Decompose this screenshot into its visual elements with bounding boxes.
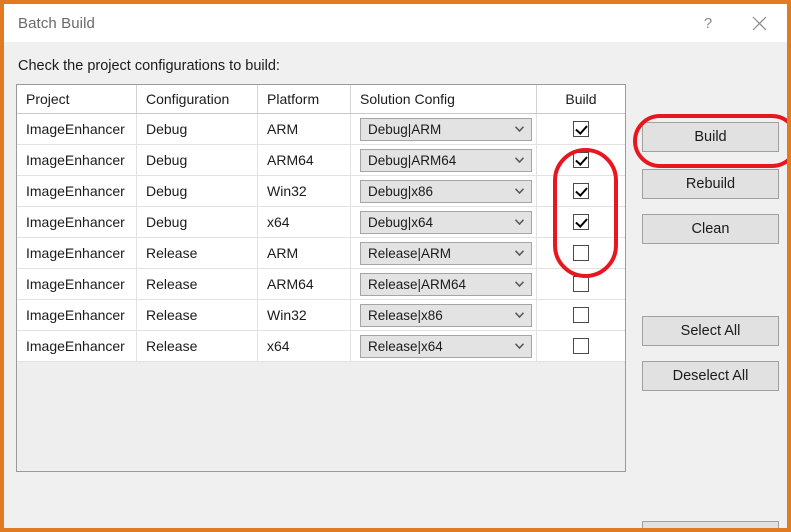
- cell-project: ImageEnhancer: [17, 300, 137, 330]
- cell-project: ImageEnhancer: [17, 269, 137, 299]
- cell-configuration: Debug: [137, 207, 258, 237]
- chevron-down-icon: [515, 157, 524, 163]
- window-title: Batch Build: [18, 14, 95, 32]
- configurations-grid[interactable]: Project Configuration Platform Solution …: [16, 84, 626, 472]
- cell-configuration: Debug: [137, 114, 258, 144]
- solution-config-value: Release|ARM64: [368, 276, 467, 292]
- table-row[interactable]: ImageEnhancer Debug ARM64 Debug|ARM64: [17, 145, 625, 176]
- help-glyph: ?: [703, 14, 713, 32]
- chevron-down-icon: [515, 126, 524, 132]
- help-icon[interactable]: ?: [685, 4, 731, 42]
- table-row[interactable]: ImageEnhancer Release ARM64 Release|ARM64: [17, 269, 625, 300]
- solution-config-dropdown[interactable]: Release|x64: [360, 334, 532, 358]
- table-row[interactable]: ImageEnhancer Debug ARM Debug|ARM: [17, 114, 625, 145]
- solution-config-value: Debug|x86: [368, 183, 434, 199]
- chevron-down-icon: [515, 312, 524, 318]
- column-header-solution-config[interactable]: Solution Config: [351, 85, 537, 113]
- batch-build-dialog: Batch Build ? Check the project configur…: [0, 0, 791, 532]
- grid-header-row: Project Configuration Platform Solution …: [17, 85, 625, 114]
- build-checkbox[interactable]: [573, 338, 589, 354]
- build-checkbox[interactable]: [573, 152, 589, 168]
- solution-config-dropdown[interactable]: Debug|x86: [360, 179, 532, 203]
- solution-config-value: Debug|ARM64: [368, 152, 457, 168]
- build-button[interactable]: Build: [642, 122, 779, 152]
- build-checkbox[interactable]: [573, 245, 589, 261]
- solution-config-dropdown[interactable]: Debug|x64: [360, 210, 532, 234]
- build-checkbox[interactable]: [573, 276, 589, 292]
- table-row[interactable]: ImageEnhancer Release x64 Release|x64: [17, 331, 625, 362]
- solution-config-value: Debug|ARM: [368, 121, 442, 137]
- solution-config-dropdown[interactable]: Release|ARM: [360, 241, 532, 265]
- cell-configuration: Release: [137, 300, 258, 330]
- clean-button[interactable]: Clean: [642, 214, 779, 244]
- close-button[interactable]: Close: [642, 521, 779, 528]
- cell-platform: x64: [258, 331, 351, 361]
- build-checkbox[interactable]: [573, 121, 589, 137]
- cell-project: ImageEnhancer: [17, 207, 137, 237]
- cell-project: ImageEnhancer: [17, 331, 137, 361]
- cell-project: ImageEnhancer: [17, 238, 137, 268]
- column-header-platform[interactable]: Platform: [258, 85, 351, 113]
- grid-row-list: ImageEnhancer Debug ARM Debug|ARM ImageEnhan…: [17, 114, 625, 362]
- cell-platform: ARM64: [258, 269, 351, 299]
- select-all-button[interactable]: Select All: [642, 316, 779, 346]
- chevron-down-icon: [515, 343, 524, 349]
- solution-config-dropdown[interactable]: Release|ARM64: [360, 272, 532, 296]
- build-checkbox[interactable]: [573, 214, 589, 230]
- chevron-down-icon: [515, 250, 524, 256]
- dialog-body: Check the project configurations to buil…: [4, 42, 787, 528]
- cell-configuration: Release: [137, 331, 258, 361]
- cell-platform: x64: [258, 207, 351, 237]
- build-checkbox[interactable]: [573, 183, 589, 199]
- table-row[interactable]: ImageEnhancer Release ARM Release|ARM: [17, 238, 625, 269]
- chevron-down-icon: [515, 281, 524, 287]
- chevron-down-icon: [515, 188, 524, 194]
- table-row[interactable]: ImageEnhancer Debug Win32 Debug|x86: [17, 176, 625, 207]
- cell-platform: Win32: [258, 300, 351, 330]
- chevron-down-icon: [515, 219, 524, 225]
- cell-platform: ARM: [258, 114, 351, 144]
- cell-configuration: Debug: [137, 145, 258, 175]
- cell-project: ImageEnhancer: [17, 145, 137, 175]
- build-checkbox[interactable]: [573, 307, 589, 323]
- deselect-all-button[interactable]: Deselect All: [642, 361, 779, 391]
- solution-config-dropdown[interactable]: Debug|ARM: [360, 117, 532, 141]
- solution-config-value: Release|ARM: [368, 245, 452, 261]
- column-header-build[interactable]: Build: [537, 85, 625, 113]
- solution-config-value: Release|x64: [368, 338, 443, 354]
- solution-config-value: Debug|x64: [368, 214, 434, 230]
- cell-configuration: Release: [137, 269, 258, 299]
- cell-platform: Win32: [258, 176, 351, 206]
- solution-config-dropdown[interactable]: Debug|ARM64: [360, 148, 532, 172]
- grid-empty-area: [17, 362, 625, 471]
- cell-platform: ARM: [258, 238, 351, 268]
- table-row[interactable]: ImageEnhancer Release Win32 Release|x86: [17, 300, 625, 331]
- close-icon[interactable]: [731, 4, 787, 42]
- table-row[interactable]: ImageEnhancer Debug x64 Debug|x64: [17, 207, 625, 238]
- cell-platform: ARM64: [258, 145, 351, 175]
- instruction-label: Check the project configurations to buil…: [18, 58, 280, 74]
- column-header-configuration[interactable]: Configuration: [137, 85, 258, 113]
- cell-configuration: Release: [137, 238, 258, 268]
- rebuild-button[interactable]: Rebuild: [642, 169, 779, 199]
- column-header-project[interactable]: Project: [17, 85, 137, 113]
- cell-configuration: Debug: [137, 176, 258, 206]
- cell-project: ImageEnhancer: [17, 176, 137, 206]
- solution-config-value: Release|x86: [368, 307, 443, 323]
- cell-project: ImageEnhancer: [17, 114, 137, 144]
- solution-config-dropdown[interactable]: Release|x86: [360, 303, 532, 327]
- title-bar: Batch Build ?: [4, 4, 787, 42]
